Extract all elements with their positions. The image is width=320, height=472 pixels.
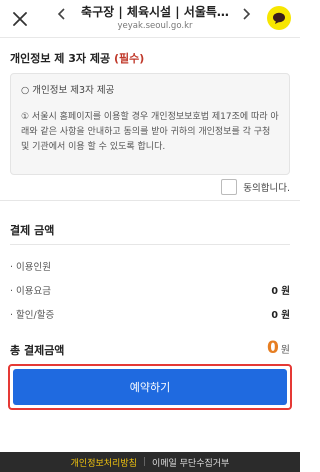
page-url: yeyak.seoul.go.kr bbox=[117, 21, 193, 31]
chevron-left-icon[interactable] bbox=[54, 5, 68, 23]
payment-heading: 결제 금액 bbox=[10, 224, 55, 237]
close-icon[interactable] bbox=[8, 7, 32, 31]
payment-row-label: · 이용인원 bbox=[10, 262, 51, 273]
top-bar: 축구장 | 체육시설 | 서울특… yeyak.seoul.go.kr bbox=[0, 0, 300, 38]
consent-text: ① 서울시 홈페이지를 이용할 경우 개인정보보호법 제17조에 따라 아래와 … bbox=[21, 112, 279, 152]
payment-row-fee: · 이용요금 0 원 bbox=[10, 283, 290, 299]
page-title-area: 축구장 | 체육시설 | 서울특… yeyak.seoul.go.kr bbox=[72, 3, 238, 31]
agree-row[interactable]: 동의합니다. bbox=[221, 179, 290, 195]
reserve-button[interactable]: 예약하기 bbox=[13, 369, 287, 405]
agree-label[interactable]: 동의합니다. bbox=[243, 180, 290, 194]
agree-checkbox[interactable] bbox=[221, 179, 238, 195]
payment-row-label: · 이용요금 bbox=[10, 286, 51, 297]
payment-row-value: 0 원 bbox=[271, 310, 290, 321]
email-refusal-link[interactable]: 이메일 무단수집거부 bbox=[152, 456, 229, 469]
total-number: 0 bbox=[266, 338, 279, 358]
total-amount: 0원 bbox=[267, 338, 290, 358]
payment-row-discount: · 할인/할증 0 원 bbox=[10, 307, 290, 323]
total-label: 총 결제금액 bbox=[10, 344, 65, 357]
required-badge: (필수) bbox=[113, 52, 145, 65]
total-unit: 원 bbox=[280, 345, 290, 356]
payment-divider bbox=[10, 244, 290, 245]
section-divider bbox=[0, 200, 300, 201]
consent-box: ○ 개인정보 제3자 제공 ① 서울시 홈페이지를 이용할 경우 개인정보보호법… bbox=[10, 73, 290, 175]
footer: 개인정보처리방침 | 이메일 무단수집거부 bbox=[0, 452, 300, 472]
consent-heading-text: 개인정보 제 3자 제공 bbox=[10, 52, 111, 65]
footer-separator: | bbox=[142, 457, 146, 467]
privacy-policy-link[interactable]: 개인정보처리방침 bbox=[71, 456, 137, 469]
consent-box-title: ○ 개인정보 제3자 제공 bbox=[21, 85, 115, 96]
payment-row-value: 0 원 bbox=[271, 286, 290, 297]
kakao-talk-icon[interactable] bbox=[267, 6, 291, 30]
page-title: 축구장 | 체육시설 | 서울특… bbox=[81, 5, 229, 19]
payment-row-people: · 이용인원 bbox=[10, 259, 290, 275]
payment-row-label: · 할인/할증 bbox=[10, 310, 55, 321]
consent-heading: 개인정보 제 3자 제공 (필수) bbox=[10, 50, 144, 66]
chevron-right-icon[interactable] bbox=[240, 5, 254, 23]
